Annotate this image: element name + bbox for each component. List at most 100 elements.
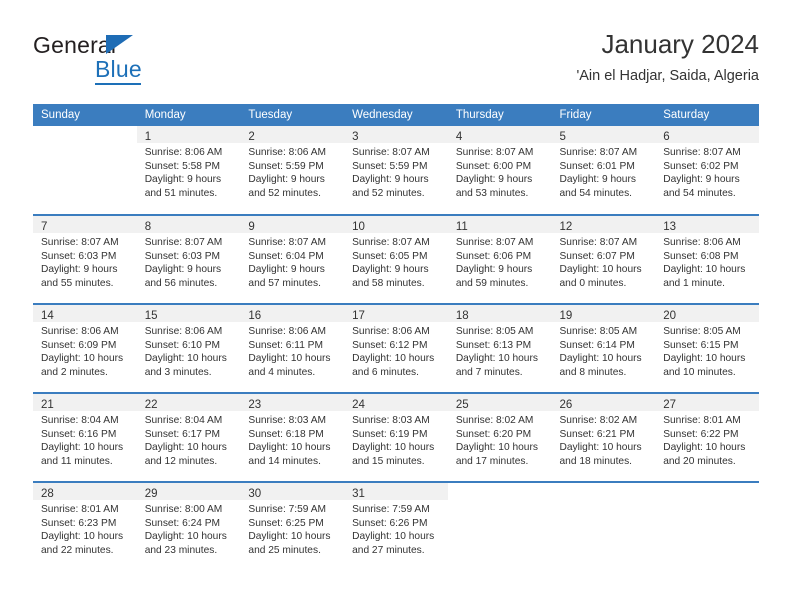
sunrise-text: Sunrise: 8:06 AM — [663, 237, 741, 248]
logo-text-blue: Blue — [95, 56, 142, 82]
day-number: 11 — [455, 221, 468, 233]
calendar-day-cell[interactable]: 21 Sunrise: 8:04 AM Sunset: 6:16 PM Dayligh… — [33, 392, 137, 482]
day-number: 5 — [559, 131, 566, 143]
calendar-week-row: 14 Sunrise: 8:06 AM Sunset: 6:09 PM Dayligh… — [33, 303, 759, 393]
calendar-day-cell[interactable]: 18 Sunrise: 8:05 AM Sunset: 6:13 PM Dayligh… — [447, 303, 552, 393]
calendar-day-cell[interactable]: 10 Sunrise: 8:07 AM Sunset: 6:05 PM Dayligh… — [344, 214, 448, 304]
sunrise-text: Sunrise: 8:02 AM — [455, 415, 534, 426]
day-number: 8 — [144, 221, 152, 233]
sunrise-text: Sunrise: 8:02 AM — [559, 415, 638, 426]
calendar-day-cell[interactable]: 13 Sunrise: 8:06 AM Sunset: 6:08 PM Dayligh… — [655, 214, 759, 304]
sunrise-text: Sunrise: 8:05 AM — [455, 326, 534, 337]
calendar-week-row: 28 Sunrise: 8:01 AM Sunset: 6:23 PM Dayligh… — [33, 481, 759, 571]
calendar-day-cell[interactable]: 15 Sunrise: 8:06 AM Sunset: 6:10 PM Dayligh… — [136, 303, 241, 393]
daylight-text-line1: Daylight: 9 hours — [559, 174, 636, 186]
weekday-header-sunday: Sunday — [33, 104, 137, 126]
calendar-day-cell[interactable]: 5 Sunrise: 8:07 AM Sunset: 6:01 PM Daylight… — [551, 126, 656, 215]
calendar-day-cell[interactable]: 22 Sunrise: 8:04 AM Sunset: 6:17 PM Dayligh… — [136, 392, 241, 482]
daylight-text-line1: Daylight: 10 hours — [663, 442, 746, 454]
sunset-text: Sunset: 6:22 PM — [663, 428, 739, 440]
calendar-day-cell[interactable]: 25 Sunrise: 8:02 AM Sunset: 6:20 PM Dayligh… — [447, 392, 552, 482]
calendar-day-cell[interactable]: 11 Sunrise: 8:07 AM Sunset: 6:06 PM Dayligh… — [447, 214, 552, 304]
calendar-day-cell[interactable]: 20 Sunrise: 8:05 AM Sunset: 6:15 PM Dayligh… — [655, 303, 759, 393]
calendar-day-cell[interactable]: 3 Sunrise: 8:07 AM Sunset: 5:59 PM Daylight… — [344, 126, 448, 215]
day-number: 28 — [41, 488, 54, 500]
calendar-day-cell[interactable]: 2 Sunrise: 8:06 AM Sunset: 5:59 PM Daylight… — [240, 126, 345, 215]
day-number: 29 — [144, 488, 158, 500]
daylight-text-line1: Daylight: 10 hours — [352, 531, 435, 543]
day-number: 27 — [663, 399, 677, 411]
daylight-text-line2: and 11 minutes. — [41, 455, 113, 467]
day-number: 30 — [248, 488, 262, 500]
sunrise-text: Sunrise: 8:06 AM — [41, 326, 119, 337]
daylight-text-line2: and 58 minutes. — [352, 277, 425, 289]
calendar-day-cell[interactable]: 26 Sunrise: 8:02 AM Sunset: 6:21 PM Dayligh… — [551, 392, 656, 482]
sunrise-text: Sunrise: 8:07 AM — [559, 237, 638, 248]
calendar-day-cell[interactable]: 1 Sunrise: 8:06 AM Sunset: 5:58 PM Daylight… — [136, 126, 241, 215]
weekday-header-tuesday: Tuesday — [240, 104, 345, 126]
calendar-week-row: 1 Sunrise: 8:06 AM Sunset: 5:58 PM Daylight… — [33, 126, 759, 215]
weekday-header-thursday: Thursday — [447, 104, 552, 126]
day-number: 9 — [248, 221, 255, 233]
calendar-table: Sunday Monday Tuesday Wednesday Thursday Frid… — [33, 104, 759, 571]
sunrise-text: Sunrise: 8:07 AM — [559, 147, 638, 158]
calendar-day-cell[interactable]: 23 Sunrise: 8:03 AM Sunset: 6:18 PM Dayligh… — [240, 392, 345, 482]
day-number: 6 — [663, 131, 670, 143]
calendar-day-cell[interactable]: 9 Sunrise: 8:07 AM Sunset: 6:04 PM Daylight… — [240, 214, 345, 304]
logo-triangle-icon — [106, 35, 133, 54]
calendar-day-cell[interactable]: 31 Sunrise: 7:59 AM Sunset: 6:26 PM Dayligh… — [344, 481, 448, 571]
sunset-text: Sunset: 6:18 PM — [248, 428, 324, 440]
weekday-header-saturday: Saturday — [655, 104, 759, 126]
daylight-text-line1: Daylight: 9 hours — [352, 264, 429, 276]
daylight-text-line1: Daylight: 10 hours — [455, 353, 538, 365]
day-number: 3 — [352, 131, 359, 143]
sunset-text: Sunset: 6:16 PM — [41, 428, 117, 440]
daylight-text-line1: Daylight: 9 hours — [663, 174, 740, 186]
sunset-text: Sunset: 6:12 PM — [352, 339, 428, 351]
daylight-text-line1: Daylight: 10 hours — [352, 442, 435, 454]
calendar-day-cell[interactable]: 16 Sunrise: 8:06 AM Sunset: 6:11 PM Dayligh… — [240, 303, 345, 393]
calendar-day-cell[interactable]: 29 Sunrise: 8:00 AM Sunset: 6:24 PM Dayligh… — [136, 481, 241, 571]
daylight-text-line1: Daylight: 10 hours — [559, 353, 642, 365]
sunrise-text: Sunrise: 8:07 AM — [455, 237, 534, 248]
sunrise-text: Sunrise: 7:59 AM — [248, 504, 326, 515]
calendar-day-cell[interactable]: 4 Sunrise: 8:07 AM Sunset: 6:00 PM Daylight… — [447, 126, 552, 215]
daylight-text-line1: Daylight: 9 hours — [144, 264, 222, 276]
daylight-text-line1: Daylight: 10 hours — [144, 353, 227, 365]
daylight-text-line1: Daylight: 9 hours — [455, 264, 533, 276]
page-subtitle: 'Ain el Hadjar, Saida, Algeria — [576, 68, 759, 84]
calendar-day-cell[interactable]: 27 Sunrise: 8:01 AM Sunset: 6:22 PM Dayligh… — [655, 392, 759, 482]
calendar-day-cell[interactable]: 24 Sunrise: 8:03 AM Sunset: 6:19 PM Dayligh… — [344, 392, 448, 482]
day-number: 4 — [455, 131, 463, 143]
daylight-text-line1: Daylight: 9 hours — [352, 174, 429, 186]
calendar-day-cell[interactable]: 8 Sunrise: 8:07 AM Sunset: 6:03 PM Daylight… — [136, 214, 241, 304]
daylight-text-line2: and 54 minutes. — [559, 187, 633, 199]
daylight-text-line2: and 15 minutes. — [352, 455, 425, 467]
calendar-day-cell[interactable]: 14 Sunrise: 8:06 AM Sunset: 6:09 PM Dayligh… — [33, 303, 137, 393]
daylight-text-line1: Daylight: 10 hours — [248, 531, 331, 543]
calendar-day-cell[interactable]: 17 Sunrise: 8:06 AM Sunset: 6:12 PM Dayligh… — [344, 303, 448, 393]
daylight-text-line2: and 52 minutes. — [248, 187, 321, 199]
daylight-text-line2: and 52 minutes. — [352, 187, 425, 199]
sunrise-text: Sunrise: 8:00 AM — [144, 504, 223, 515]
daylight-text-line1: Daylight: 10 hours — [144, 442, 227, 454]
sunrise-text: Sunrise: 8:01 AM — [41, 504, 119, 515]
calendar-day-cell[interactable]: 12 Sunrise: 8:07 AM Sunset: 6:07 PM Dayligh… — [551, 214, 656, 304]
logo-text-general: General — [33, 32, 117, 58]
calendar-day-cell[interactable]: 28 Sunrise: 8:01 AM Sunset: 6:23 PM Dayligh… — [33, 481, 137, 571]
calendar-day-cell[interactable]: 6 Sunrise: 8:07 AM Sunset: 6:02 PM Daylight… — [655, 126, 759, 215]
calendar-day-cell[interactable]: 19 Sunrise: 8:05 AM Sunset: 6:14 PM Dayligh… — [551, 303, 656, 393]
day-number: 15 — [144, 310, 158, 322]
day-number: 16 — [248, 310, 262, 322]
page-header: General Blue January 2024 'Ain el Hadjar… — [33, 28, 759, 96]
sunrise-text: Sunrise: 8:04 AM — [144, 415, 223, 426]
daylight-text-line1: Daylight: 10 hours — [559, 264, 642, 276]
sunset-text: Sunset: 5:59 PM — [248, 160, 324, 172]
sunset-text: Sunset: 6:26 PM — [352, 517, 428, 529]
calendar-day-cell[interactable]: 30 Sunrise: 7:59 AM Sunset: 6:25 PM Dayligh… — [240, 481, 345, 571]
daylight-text-line1: Daylight: 10 hours — [248, 353, 331, 365]
calendar-day-cell-empty — [33, 126, 137, 215]
sunset-text: Sunset: 6:13 PM — [455, 339, 532, 351]
calendar-day-cell[interactable]: 7 Sunrise: 8:07 AM Sunset: 6:03 PM Daylight… — [33, 214, 137, 304]
day-number: 7 — [41, 221, 48, 233]
